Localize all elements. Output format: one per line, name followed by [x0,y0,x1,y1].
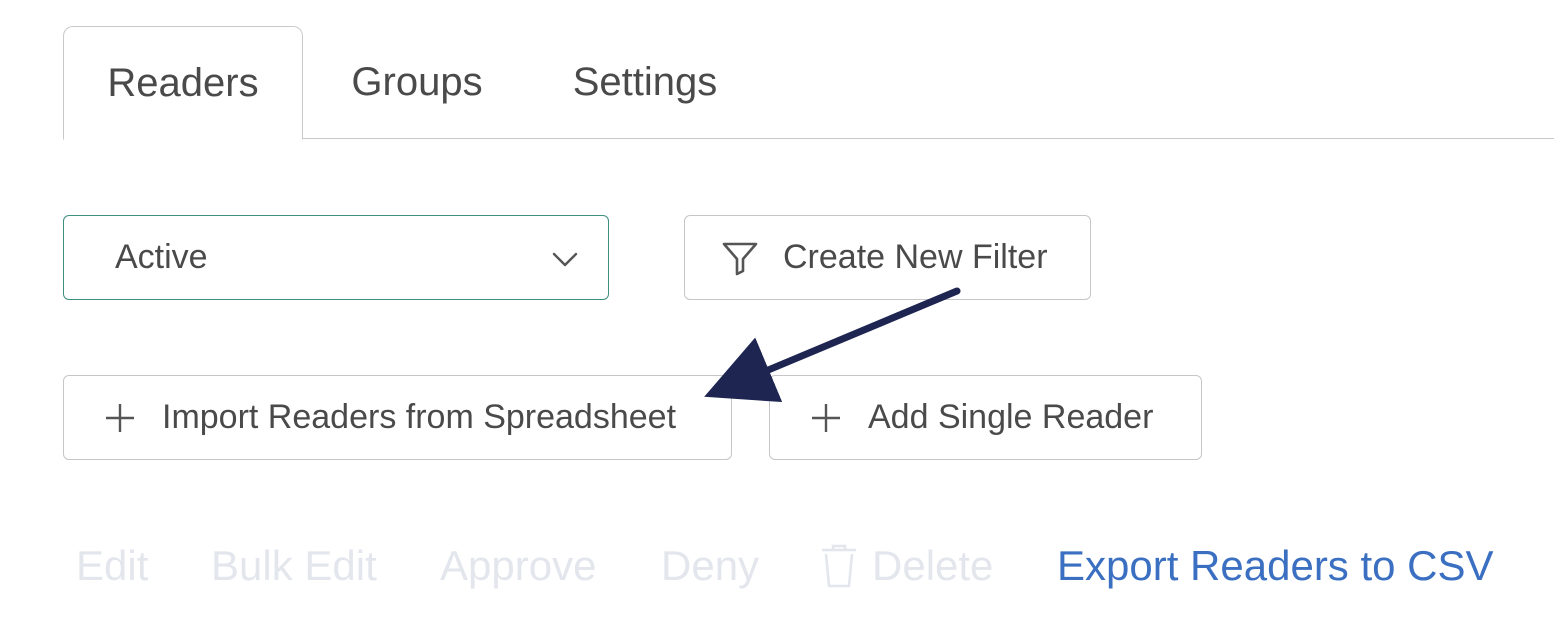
status-select[interactable]: Active [63,215,609,300]
plus-icon [106,403,134,432]
edit-action[interactable]: Edit [76,536,148,596]
bulk-edit-action[interactable]: Bulk Edit [211,536,377,596]
plus-icon [812,403,840,432]
readers-page: Readers Groups Settings Active Create Ne… [0,0,1554,633]
delete-action[interactable]: Delete [820,536,993,596]
tab-groups[interactable]: Groups [325,26,509,138]
create-new-filter-button[interactable]: Create New Filter [684,215,1091,300]
chevron-down-icon [552,252,578,267]
import-readers-label: Import Readers from Spreadsheet [162,398,677,436]
filter-funnel-icon [722,242,758,275]
delete-label: Delete [872,542,994,589]
add-single-reader-label: Add Single Reader [868,398,1154,436]
import-readers-button[interactable]: Import Readers from Spreadsheet [63,375,732,460]
create-new-filter-label: Create New Filter [783,238,1048,276]
trash-icon [822,544,856,588]
deny-action[interactable]: Deny [661,536,759,596]
bulk-action-bar: Edit Bulk Edit Approve Deny Delete Expor… [0,536,1554,596]
add-single-reader-button[interactable]: Add Single Reader [769,375,1202,460]
tab-readers[interactable]: Readers [63,26,303,140]
approve-action[interactable]: Approve [440,536,596,596]
export-readers-csv-link[interactable]: Export Readers to CSV [1057,536,1494,596]
status-select-value: Active [115,238,208,276]
tab-settings[interactable]: Settings [545,26,745,138]
tab-bar: Readers Groups Settings [63,26,1554,140]
